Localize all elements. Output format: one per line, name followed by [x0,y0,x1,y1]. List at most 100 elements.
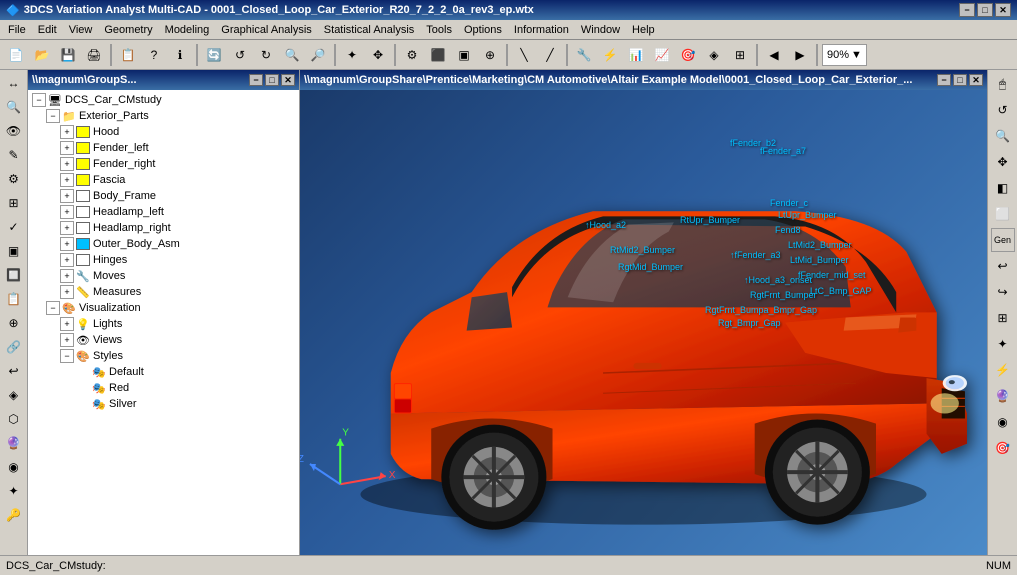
expand-views[interactable]: + [60,333,74,347]
tree-exterior-parts[interactable]: − 📁 Exterior_Parts [28,108,299,124]
left-icon-9[interactable]: 🔲 [3,264,25,286]
tree-hinges[interactable]: + Hinges [28,252,299,268]
expand-headlamp-left[interactable]: + [60,205,74,219]
print-button[interactable]: 🖨 [82,43,106,67]
tree-styles[interactable]: − 🎨 Styles [28,348,299,364]
left-icon-13[interactable]: ↩ [3,360,25,382]
tree-silver[interactable]: 🎭 Silver [28,396,299,412]
right-icon-13[interactable]: ◉ [991,410,1015,434]
menu-item-window[interactable]: Window [575,22,626,38]
left-icon-17[interactable]: ◉ [3,456,25,478]
select-button[interactable]: ✦ [340,43,364,67]
menu-item-geometry[interactable]: Geometry [98,22,158,38]
menu-item-file[interactable]: File [2,22,32,38]
tree-body-frame[interactable]: + Body_Frame [28,188,299,204]
tree-close[interactable]: ✕ [281,74,295,86]
tree-views[interactable]: + 👁 Views [28,332,299,348]
tree-outer-body-asm[interactable]: + Outer_Body_Asm [28,236,299,252]
right-icon-12[interactable]: 🔮 [991,384,1015,408]
tree-red[interactable]: 🎭 Red [28,380,299,396]
left-icon-2[interactable]: 🔍 [3,96,25,118]
right-icon-7[interactable]: ↩ [991,254,1015,278]
tb-btn-15[interactable]: ⬛ [426,43,450,67]
left-icon-12[interactable]: 🔗 [3,336,25,358]
menu-item-graphical-analysis[interactable]: Graphical Analysis [215,22,318,38]
refresh-button[interactable]: 🔄 [202,43,226,67]
left-icon-8[interactable]: ▣ [3,240,25,262]
view-close[interactable]: ✕ [969,74,983,86]
expand-fender-right[interactable]: + [60,157,74,171]
right-icon-8[interactable]: ↪ [991,280,1015,304]
rotate-button[interactable]: ↺ [228,43,252,67]
minimize-button[interactable]: − [959,3,975,17]
close-button[interactable]: ✕ [995,3,1011,17]
tb-btn-6[interactable]: ? [142,43,166,67]
tree-visualization[interactable]: − 🎨 Visualization [28,300,299,316]
left-icon-16[interactable]: 🔮 [3,432,25,454]
move-button[interactable]: ✥ [366,43,390,67]
menu-item-modeling[interactable]: Modeling [159,22,216,38]
left-icon-1[interactable]: ↔ [3,72,25,94]
menu-item-edit[interactable]: Edit [32,22,63,38]
tree-measures[interactable]: + 📏 Measures [28,284,299,300]
tree-headlamp-left[interactable]: + Headlamp_left [28,204,299,220]
tb-btn-24[interactable]: 🎯 [676,43,700,67]
save-button[interactable]: 💾 [56,43,80,67]
tb-btn-19[interactable]: ╱ [538,43,562,67]
expand-exterior[interactable]: − [46,109,60,123]
expand-headlamp-right[interactable]: + [60,221,74,235]
tb-btn-5[interactable]: 📋 [116,43,140,67]
right-icon-10[interactable]: ✦ [991,332,1015,356]
right-icon-gen[interactable]: Gen [991,228,1015,252]
expand-body-frame[interactable]: + [60,189,74,203]
expand-outer-body[interactable]: + [60,237,74,251]
left-icon-11[interactable]: ⊕ [3,312,25,334]
tree-fender-right[interactable]: + Fender_right [28,156,299,172]
right-icon-4[interactable]: ◧ [991,176,1015,200]
tree-fender-left[interactable]: + Fender_left [28,140,299,156]
new-button[interactable]: 📄 [4,43,28,67]
tree-default[interactable]: 🎭 Default [28,364,299,380]
tb-btn-16[interactable]: ▣ [452,43,476,67]
expand-styles[interactable]: − [60,349,74,363]
tree-root[interactable]: − 🖥 DCS_Car_CMstudy [28,92,299,108]
tb-btn-28[interactable]: ▶ [788,43,812,67]
zoom-dropdown-icon[interactable]: ▼ [851,49,862,61]
tree-minimize[interactable]: − [249,74,263,86]
tb-btn-23[interactable]: 📈 [650,43,674,67]
left-icon-4[interactable]: ✎ [3,144,25,166]
view-maximize[interactable]: □ [953,74,967,86]
expand-lights[interactable]: + [60,317,74,331]
right-icon-5[interactable]: ⬜ [991,202,1015,226]
left-icon-10[interactable]: 📋 [3,288,25,310]
expand-visualization[interactable]: − [46,301,60,315]
left-icon-19[interactable]: 🔑 [3,504,25,526]
menu-item-tools[interactable]: Tools [420,22,458,38]
menu-item-information[interactable]: Information [508,22,575,38]
left-icon-7[interactable]: ✓ [3,216,25,238]
expand-root[interactable]: − [32,93,46,107]
tree-headlamp-right[interactable]: + Headlamp_right [28,220,299,236]
view-canvas[interactable]: X Y Z fFender_b2 fFender_a7 ↑Hood_a2 RtU… [300,90,987,555]
zoom-in-button[interactable]: 🔍 [280,43,304,67]
right-icon-14[interactable]: 🎯 [991,436,1015,460]
view-minimize[interactable]: − [937,74,951,86]
expand-hood[interactable]: + [60,125,74,139]
left-icon-15[interactable]: ⬡ [3,408,25,430]
tb-btn-26[interactable]: ⊞ [728,43,752,67]
menu-item-statistical-analysis[interactable]: Statistical Analysis [318,22,420,38]
tb-btn-20[interactable]: 🔧 [572,43,596,67]
expand-moves[interactable]: + [60,269,74,283]
tree-maximize[interactable]: □ [265,74,279,86]
menu-item-help[interactable]: Help [626,22,661,38]
tree-moves[interactable]: + 🔧 Moves [28,268,299,284]
expand-hinges[interactable]: + [60,253,74,267]
right-icon-pan[interactable]: ✥ [991,150,1015,174]
expand-measures[interactable]: + [60,285,74,299]
left-icon-3[interactable]: 👁 [3,120,25,142]
tb-btn-14[interactable]: ⚙ [400,43,424,67]
maximize-button[interactable]: □ [977,3,993,17]
left-icon-5[interactable]: ⚙ [3,168,25,190]
tree-body[interactable]: − 🖥 DCS_Car_CMstudy − 📁 Exterior_Parts +… [28,90,299,555]
right-icon-11[interactable]: ⚡ [991,358,1015,382]
